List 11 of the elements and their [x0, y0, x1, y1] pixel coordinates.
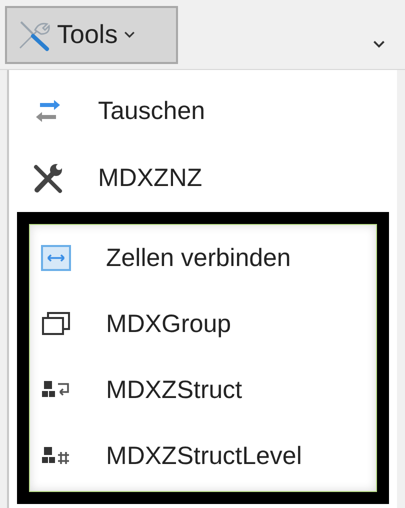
- wrench-screwdriver-icon: [32, 162, 64, 194]
- chevron-down-icon[interactable]: [373, 40, 385, 48]
- menu-item[interactable]: MDXGroup: [40, 291, 376, 357]
- menu-item[interactable]: MDXZNZ: [32, 145, 397, 212]
- tools-button[interactable]: Tools: [5, 6, 178, 64]
- caret-icon: [124, 31, 135, 38]
- menu-item[interactable]: MDXZStruct: [40, 357, 376, 423]
- menu-item[interactable]: Tauschen: [32, 78, 397, 145]
- menu-item[interactable]: MDXZStructLevel: [40, 423, 376, 489]
- menu-item[interactable]: Zellen verbinden: [40, 225, 376, 291]
- merge-cells-icon: [40, 242, 72, 274]
